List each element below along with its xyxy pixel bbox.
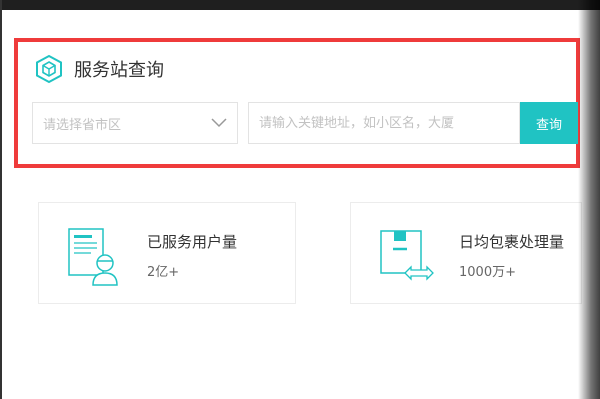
chevron-down-icon <box>211 118 227 128</box>
region-select[interactable]: 请选择省市区 <box>32 102 238 144</box>
stat-value: 2亿+ <box>147 265 180 280</box>
stat-label: 日均包裹处理量 <box>459 233 565 251</box>
stat-label: 已服务用户量 <box>147 233 238 251</box>
window-left-edge <box>0 0 2 399</box>
stat-card-users: 已服务用户量 2亿+ <box>38 202 296 304</box>
stat-value: 1000万+ <box>459 265 516 280</box>
region-select-placeholder: 请选择省市区 <box>43 117 122 133</box>
window-top-bar <box>0 0 600 10</box>
service-station-query-card: 服务站查询 请选择省市区 查询 <box>14 38 580 168</box>
user-document-icon <box>68 228 118 286</box>
window-right-shadow <box>578 0 600 399</box>
card-title: 服务站查询 <box>74 60 164 81</box>
search-button[interactable]: 查询 <box>520 102 578 144</box>
address-search-input[interactable] <box>248 102 520 144</box>
cube-icon <box>36 54 62 84</box>
stat-card-packages: 日均包裹处理量 1000万+ <box>350 202 582 304</box>
card-title-row: 服务站查询 <box>34 52 164 86</box>
package-icon <box>380 230 434 281</box>
